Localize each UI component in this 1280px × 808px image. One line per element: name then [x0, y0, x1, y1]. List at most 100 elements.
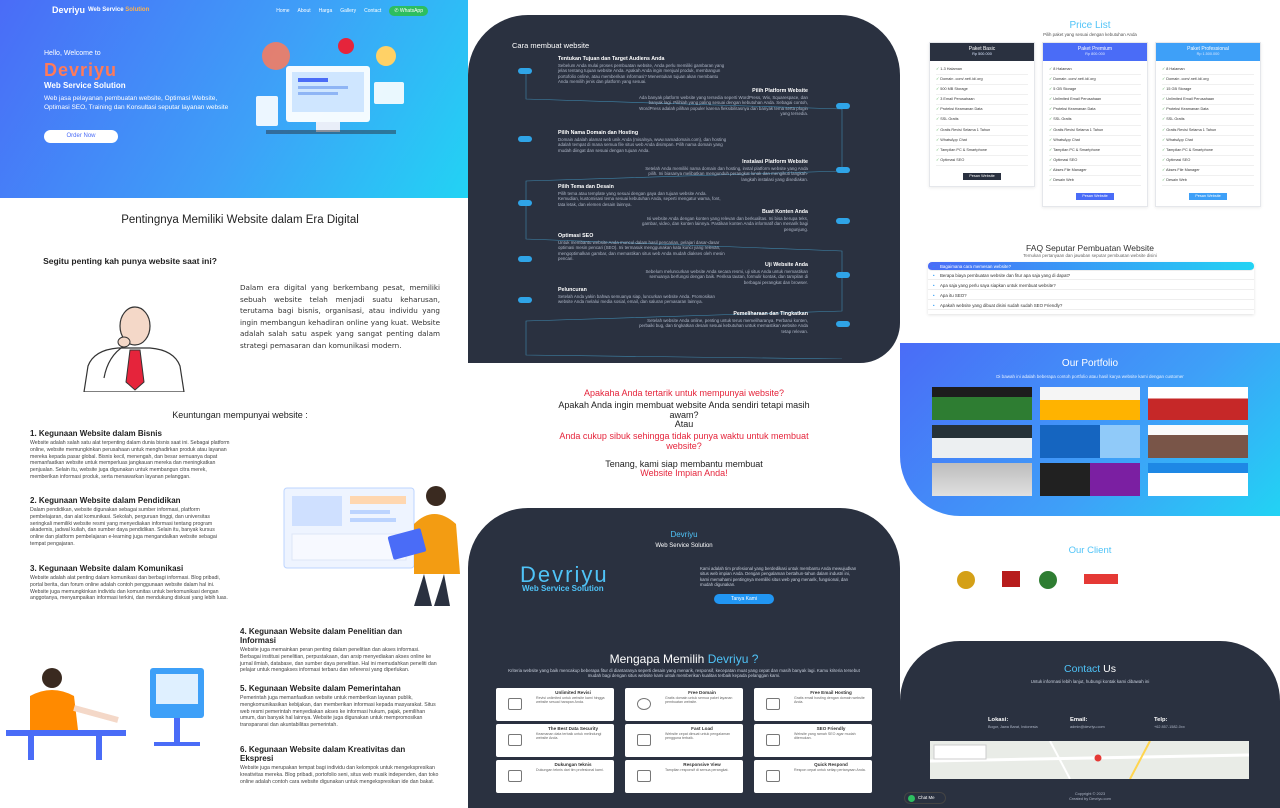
benefit-text: Pemerintah juga memanfaatkan website unt…: [240, 695, 436, 729]
plan-feature: Gratis Revisi Selama 1 Tahun: [1162, 126, 1254, 136]
feature-card: Dukungan teknis Dukungan teknis dari tim …: [496, 760, 614, 793]
whatsapp-icon: [908, 795, 915, 802]
middle-question-1: Apakaha Anda tertarik untuk mempunyai we…: [583, 388, 785, 398]
contact-title: Contact Us: [900, 663, 1280, 675]
step-heading: Optimasi SEO: [558, 233, 594, 239]
faq-item[interactable]: Apakah website yang dibuat disini sudah …: [928, 301, 1254, 310]
middle-answer-2: Website Impian Anda!: [640, 468, 728, 478]
feature-card: Fast Load Website cepat dimuat untuk peng…: [625, 724, 743, 757]
brand-logo[interactable]: Devriyu: [52, 5, 85, 15]
middle-question-3: Anda cukup sibuk sehingga tidak punya wa…: [559, 431, 809, 451]
feature-text: Gratis email hosting dengan domain websi…: [794, 696, 865, 705]
plan-price: Rp 500.000: [972, 52, 992, 56]
tanya-kami-button[interactable]: Tanya Kami: [714, 594, 774, 604]
step-item: Pilih Nama Domain dan Hosting Domain adal…: [558, 130, 728, 153]
faq-item[interactable]: Berapa biaya pembuatan website dan fitur…: [928, 271, 1254, 280]
benefit-item: 2. Kegunaan Website dalam Pendidikan Dal…: [30, 496, 230, 548]
feature-title: Quick Respond: [814, 762, 848, 767]
top-nav: Devriyu Web Service Solution Home About …: [0, 3, 468, 17]
portfolio-thumb[interactable]: [1040, 463, 1140, 496]
plan-feature: 5 GB Storage: [1049, 85, 1141, 96]
responsive-icon: [637, 770, 651, 782]
nav-link-contact[interactable]: Contact: [364, 8, 381, 14]
portfolio-subtitle: Di bawah ini adalah beberapa contoh port…: [996, 374, 1184, 379]
feature-text: Gratis domain untuk semua paket layanan …: [665, 696, 733, 705]
location-map[interactable]: [930, 741, 1249, 779]
step-item: Tentukan Tujuan dan Target Audiens Anda S…: [558, 56, 728, 84]
plan-feature: SSL Gratis: [936, 115, 1028, 126]
step-heading: Buat Konten Anda: [761, 209, 808, 215]
about-description: Kami adalah tim profesional yang berdedi…: [700, 566, 857, 588]
nav-link-about[interactable]: About: [298, 8, 311, 14]
created-by-text: Created by Devriyu.com: [1069, 796, 1111, 801]
feature-card: Quick Respond Respon cepat untuk setiap p…: [754, 760, 872, 793]
step-item: Instalasi Platform Website Setelah Anda m…: [638, 159, 808, 182]
order-premium-button[interactable]: Pesan Website: [1076, 193, 1114, 201]
nav-link-harga[interactable]: Harga: [319, 8, 333, 14]
middle-question-2: Apakah Anda ingin membuat website Anda s…: [558, 400, 810, 420]
step-item: Pilih Tema dan Desain Pilih tema atau tem…: [558, 184, 728, 207]
portfolio-thumb[interactable]: [1148, 463, 1248, 496]
price-card-premium: Paket Premium Rp 800.000 8 Halaman Domai…: [1042, 42, 1148, 208]
plan-feature: 1-3 Halaman: [936, 65, 1028, 76]
faq-item[interactable]: Apa itu SEO?: [928, 291, 1254, 300]
faq-item-active[interactable]: Bagaimana cara memesan website?: [928, 262, 1254, 271]
plan-price: Rp 1.500.000: [1196, 52, 1220, 56]
portfolio-thumb[interactable]: [932, 425, 1032, 458]
nav-link-home[interactable]: Home: [276, 8, 289, 14]
client-logo: [1039, 571, 1057, 589]
portfolio-thumb[interactable]: [1148, 387, 1248, 420]
about-name: Devriyu: [670, 530, 698, 539]
order-now-button[interactable]: Order Now: [44, 130, 118, 143]
nav-links: Home About Harga Gallery Contact ✆ Whats…: [276, 6, 428, 16]
importance-title: Pentingnya Memiliki Website dalam Era Di…: [121, 214, 359, 226]
benefit-item: 3. Kegunaan Website dalam Komunikasi Web…: [30, 564, 230, 602]
chat-me-label: Chat Me: [918, 795, 935, 800]
database-icon: [508, 734, 522, 746]
feature-title: Responsive View: [683, 762, 721, 767]
faq-item[interactable]: Apa saja yang perlu saya siapkan untuk m…: [928, 281, 1254, 290]
plan-feature: Tampilan PC & Smartphone: [936, 146, 1028, 156]
feature-title: The Best Data Security: [547, 726, 599, 731]
feature-title: Free Email Hosting: [810, 690, 852, 695]
chat-me-button[interactable]: Chat Me: [904, 792, 946, 804]
benefit-item: 5. Kegunaan Website dalam Pemerintahan P…: [240, 684, 440, 729]
step-dot: [518, 136, 532, 142]
plan-feature: Domain .com/.net/.id/.org: [1162, 75, 1254, 86]
about-logo-sub: Web Service Solution: [522, 584, 604, 593]
portfolio-thumb[interactable]: [1148, 425, 1248, 458]
feature-title: Dukungan teknis: [554, 762, 592, 767]
footer-copyright: Copyright © 2023 Created by Devriyu.com: [900, 791, 1280, 801]
step-dot: [518, 297, 532, 303]
whatsapp-button[interactable]: ✆ WhatsApp: [389, 6, 428, 16]
phone-value[interactable]: +62 857-1582-0xx: [1154, 725, 1185, 730]
why-description: Kriteria website yang baik mencakup bebe…: [508, 668, 860, 679]
step-item: Pemeliharaan dan Tingkatkan Setelah websi…: [638, 311, 808, 334]
feature-text: Tampilan responsif di semua perangkat.: [665, 768, 729, 772]
map-pin-icon: [1094, 754, 1102, 762]
portfolio-thumb[interactable]: [932, 463, 1032, 496]
steps-title: Cara membuat website: [512, 41, 590, 50]
plan-feature: Unlimited Email Perusahaan: [1162, 95, 1254, 106]
benefit-heading: 4. Kegunaan Website dalam Penelitian dan…: [240, 627, 403, 645]
email-value[interactable]: admin@devriyu.com: [1070, 725, 1105, 730]
feature-card: Responsive View Tampilan responsif di sem…: [625, 760, 743, 793]
step-heading: Pilih Tema dan Desain: [558, 184, 614, 190]
order-professional-button[interactable]: Pesan Website: [1189, 193, 1227, 201]
feature-title: SEO Friendly: [816, 726, 846, 731]
portfolio-thumb[interactable]: [1040, 425, 1140, 458]
portfolio-thumb[interactable]: [1040, 387, 1140, 420]
feature-text: Revisi unlimited untuk website kami hing…: [536, 696, 605, 705]
whatsapp-label: WhatsApp: [399, 8, 423, 14]
order-basic-button[interactable]: Pesan Website: [963, 172, 1001, 180]
step-item: Pilih Platform Website Ada banyak platfor…: [638, 88, 808, 116]
plan-feature: Domain .com/.net/.id/.org: [936, 75, 1028, 86]
pricing-title: Price List: [1069, 20, 1111, 31]
client-logo: [1002, 571, 1020, 587]
step-item: Optimasi SEO Untuk membantu website Anda …: [558, 233, 728, 261]
step-text: Untuk membantu website Anda muncul dalam…: [558, 240, 725, 261]
portfolio-section: Our Portfolio Di bawah ini adalah bebera…: [900, 343, 1280, 516]
nav-link-gallery[interactable]: Gallery: [340, 8, 356, 14]
portfolio-thumb[interactable]: [932, 387, 1032, 420]
plan-feature: WhatsApp Chat: [936, 136, 1028, 146]
